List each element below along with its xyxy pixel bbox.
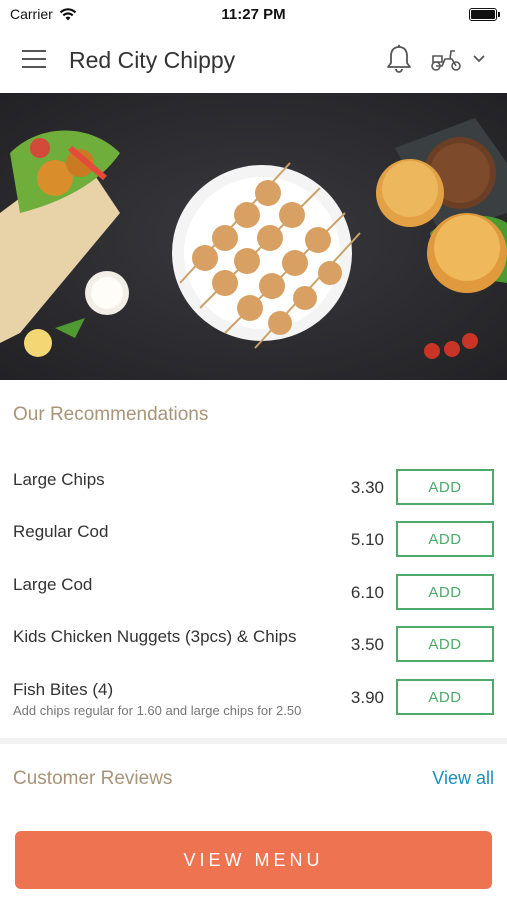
item-name: Kids Chicken Nuggets (3pcs) & Chips <box>13 627 297 646</box>
add-button[interactable]: ADD <box>396 626 494 662</box>
item-note: Add chips regular for 1.60 and large chi… <box>13 703 302 718</box>
item-name: Regular Cod <box>13 522 109 541</box>
list-item: Large Chips 3.30 ADD <box>0 469 507 521</box>
hero-banner-image <box>0 93 507 380</box>
app-header: Red City Chippy <box>0 30 507 92</box>
list-item: Kids Chicken Nuggets (3pcs) & Chips 3.50… <box>0 626 507 678</box>
menu-icon[interactable] <box>22 50 46 70</box>
scooter-icon[interactable] <box>430 48 462 72</box>
add-button[interactable]: ADD <box>396 469 494 505</box>
item-name: Fish Bites (4) <box>13 680 114 699</box>
page-title: Red City Chippy <box>69 47 236 73</box>
section-divider <box>0 738 507 744</box>
add-button[interactable]: ADD <box>396 679 494 715</box>
add-button[interactable]: ADD <box>396 521 494 557</box>
recommendations-title: Our Recommendations <box>13 404 209 425</box>
list-item: Fish Bites (4) Add chips regular for 1.6… <box>0 679 507 731</box>
view-menu-button[interactable]: VIEW MENU <box>15 831 492 889</box>
item-name: Large Cod <box>13 575 93 594</box>
list-item: Large Cod 6.10 ADD <box>0 574 507 626</box>
add-button[interactable]: ADD <box>396 574 494 610</box>
list-item: Regular Cod 5.10 ADD <box>0 521 507 573</box>
chevron-down-icon[interactable] <box>472 54 486 64</box>
item-price: 3.30 <box>350 478 384 497</box>
status-time: 11:27 PM <box>221 6 286 23</box>
item-price: 6.10 <box>350 583 384 602</box>
item-price: 5.10 <box>350 530 384 549</box>
item-name: Large Chips <box>13 470 105 489</box>
battery-icon <box>469 8 500 21</box>
item-price: 3.90 <box>350 688 384 707</box>
food-illustration <box>0 93 507 380</box>
item-price: 3.50 <box>350 635 384 654</box>
bell-icon[interactable] <box>385 44 413 74</box>
view-all-link[interactable]: View all <box>432 768 494 789</box>
status-bar: Carrier 11:27 PM <box>0 0 507 28</box>
reviews-title: Customer Reviews <box>13 768 173 789</box>
